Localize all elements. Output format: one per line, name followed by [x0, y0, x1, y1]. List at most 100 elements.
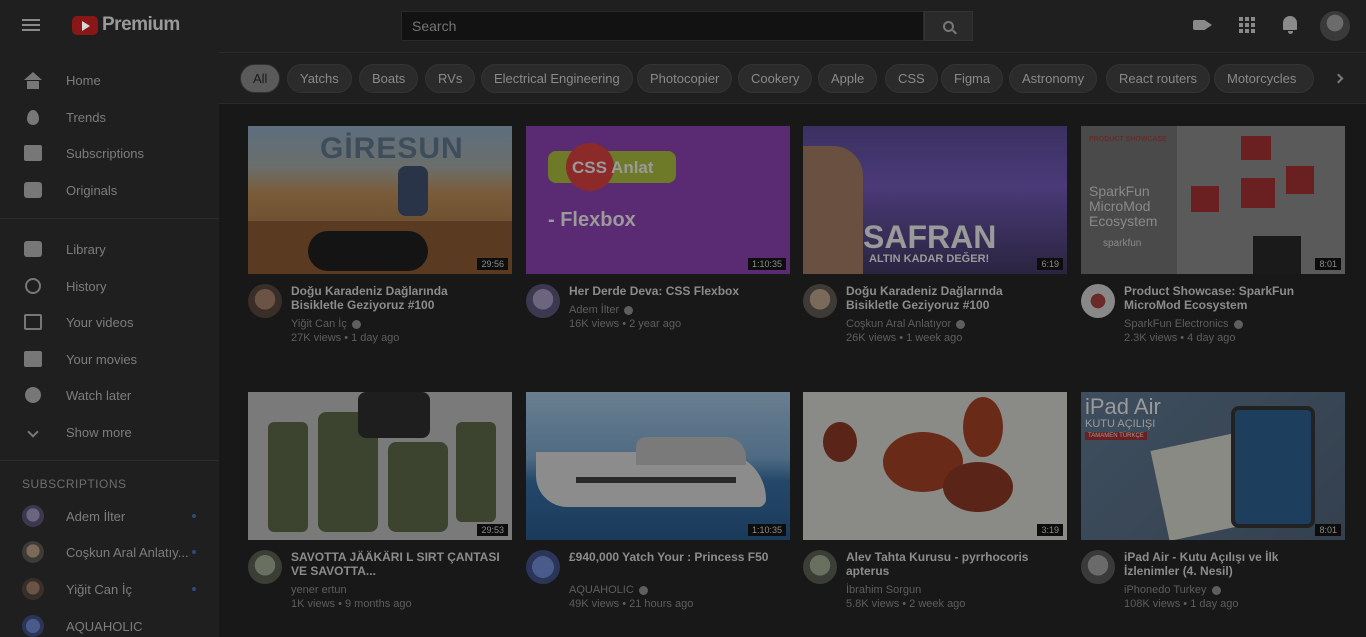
chip-react-routers[interactable]: React routers: [1106, 64, 1211, 93]
sidebar-item-originals[interactable]: Originals: [0, 172, 219, 208]
sidebar: Home Trends Subscriptions Originals Libr…: [0, 52, 219, 637]
sidebar-item-show-more[interactable]: Show more: [0, 414, 219, 450]
sidebar-item-subscriptions[interactable]: Subscriptions: [0, 135, 219, 171]
video-meta: 27K views • 1 day ago: [291, 332, 400, 344]
sidebar-item-label: Adem İlter: [66, 508, 126, 524]
chip-css[interactable]: CSS: [885, 64, 938, 93]
channel-avatar[interactable]: [526, 550, 560, 584]
search-input[interactable]: [401, 11, 924, 41]
bell-icon[interactable]: [1280, 14, 1302, 36]
channel-avatar[interactable]: [1081, 550, 1115, 584]
thumbnail-subtext: KUTU AÇILIŞI: [1085, 418, 1156, 430]
duration-badge: 8:01: [1315, 258, 1341, 270]
video-thumbnail[interactable]: 29:53: [248, 392, 512, 540]
video-title[interactable]: £940,000 Yatch Your : Princess F50: [569, 550, 779, 564]
chip-apple[interactable]: Apple: [818, 64, 878, 93]
chip-cookery[interactable]: Cookery: [738, 64, 813, 93]
channel-avatar[interactable]: [526, 284, 560, 318]
chip-motorcycles[interactable]: Motorcycles: [1214, 64, 1314, 93]
sidebar-item-subscription[interactable]: Adem İlter: [0, 498, 219, 534]
chevron-right-icon[interactable]: [1333, 73, 1344, 84]
chip-electrical-engineering[interactable]: Electrical Engineering: [481, 64, 633, 93]
video-thumbnail[interactable]: CSS Anlat - Flexbox 1:10:35: [526, 126, 790, 274]
hamburger-menu-icon[interactable]: [22, 16, 46, 36]
sidebar-item-subscription[interactable]: Coşkun Aral Anlatıy...: [0, 534, 219, 570]
your-videos-icon: [24, 314, 42, 330]
video-meta: 26K views • 1 week ago: [846, 332, 963, 344]
video-camera-icon[interactable]: [1192, 14, 1214, 36]
sidebar-item-label: Trends: [66, 109, 106, 125]
thumbnail-badge: CSS Anlat: [572, 158, 654, 177]
sidebar-item-trends[interactable]: Trends: [0, 99, 219, 135]
search-icon: [943, 20, 954, 32]
thumbnail-text: iPad Air: [1085, 394, 1161, 419]
channel-avatar[interactable]: [803, 284, 837, 318]
sidebar-item-history[interactable]: History: [0, 268, 219, 304]
chip-yatchs[interactable]: Yatchs: [287, 64, 352, 93]
video-thumbnail[interactable]: GİRESUN 29:56: [248, 126, 512, 274]
search-button[interactable]: [924, 11, 973, 41]
chevron-down-icon: [27, 426, 39, 438]
sidebar-item-home[interactable]: Home: [0, 62, 219, 98]
sidebar-item-your-movies[interactable]: Your movies: [0, 341, 219, 377]
channel-name[interactable]: Yiğit Can İç: [291, 318, 361, 330]
channel-avatar[interactable]: [803, 550, 837, 584]
channel-avatar[interactable]: [1081, 284, 1115, 318]
chip-figma[interactable]: Figma: [941, 64, 1004, 93]
clock-icon: [25, 387, 41, 403]
video-thumbnail[interactable]: 1:10:35: [526, 392, 790, 540]
video-title[interactable]: Her Derde Deva: CSS Flexbox: [569, 284, 779, 298]
account-avatar[interactable]: [1320, 11, 1350, 41]
channel-name[interactable]: Adem İlter: [569, 304, 634, 316]
video-title[interactable]: Doğu Karadeniz Dağlarında Bisikletle Gez…: [846, 284, 1056, 312]
subscriptions-icon: [24, 145, 42, 161]
video-title[interactable]: SAVOTTA JÄÄKÄRI L SIRT ÇANTASI VE SAVOTT…: [291, 550, 501, 578]
channel-name[interactable]: iPhonedo Turkey: [1124, 584, 1221, 596]
sidebar-item-library[interactable]: Library: [0, 231, 219, 267]
video-title[interactable]: iPad Air - Kutu Açılışı ve İlk İzlenimle…: [1124, 550, 1334, 578]
channel-avatar[interactable]: [248, 284, 282, 318]
filter-chips-bar: All Yatchs Boats RVs Electrical Engineer…: [219, 52, 1366, 104]
channel-name[interactable]: yener ertun: [291, 584, 347, 596]
chip-boats[interactable]: Boats: [359, 64, 419, 93]
video-meta: 49K views • 21 hours ago: [569, 598, 694, 610]
chip-rvs[interactable]: RVs: [425, 64, 476, 93]
duration-badge: 29:56: [477, 258, 508, 270]
video-thumbnail[interactable]: 3:19: [803, 392, 1067, 540]
video-title[interactable]: Doğu Karadeniz Dağlarında Bisikletle Gez…: [291, 284, 501, 312]
channel-name[interactable]: İbrahim Sorgun: [846, 584, 921, 596]
new-content-dot: [192, 550, 196, 554]
video-title[interactable]: Product Showcase: SparkFun MicroMod Ecos…: [1124, 284, 1334, 312]
channel-name[interactable]: Coşkun Aral Anlatıyor: [846, 318, 966, 330]
video-thumbnail[interactable]: PRODUCT SHOWCASE SparkFun MicroMod Ecosy…: [1081, 126, 1345, 274]
library-icon: [24, 241, 42, 257]
sidebar-item-watch-later[interactable]: Watch later: [0, 377, 219, 413]
sidebar-item-subscription[interactable]: Yiğit Can İç: [0, 571, 219, 607]
apps-grid-icon[interactable]: [1236, 14, 1258, 36]
verified-icon: [638, 585, 648, 595]
chip-astronomy[interactable]: Astronomy: [1009, 64, 1098, 93]
channel-name[interactable]: SparkFun Electronics: [1124, 318, 1243, 330]
new-content-dot: [192, 514, 196, 518]
video-thumbnail[interactable]: iPad Air KUTU AÇILIŞI TAMAMEN TÜRKÇE 8:0…: [1081, 392, 1345, 540]
sidebar-item-label: Watch later: [66, 387, 132, 403]
sidebar-item-label: Home: [66, 72, 101, 88]
youtube-premium-logo[interactable]: Premium: [72, 14, 180, 36]
video-thumbnail[interactable]: SAFRAN ALTIN KADAR DEĞER! 6:19: [803, 126, 1067, 274]
video-meta: 16K views • 2 year ago: [569, 318, 682, 330]
channel-name[interactable]: AQUAHOLIC: [569, 584, 648, 596]
top-bar: Premium: [0, 0, 1366, 52]
chip-photocopier[interactable]: Photocopier: [637, 64, 733, 93]
video-meta: 108K views • 1 day ago: [1124, 598, 1239, 610]
sidebar-item-subscription[interactable]: AQUAHOLIC: [0, 608, 219, 637]
duration-badge: 29:53: [477, 524, 508, 536]
flame-icon: [27, 109, 39, 125]
chip-all[interactable]: All: [240, 64, 281, 93]
channel-avatar[interactable]: [248, 550, 282, 584]
verified-icon: [1233, 319, 1243, 329]
sidebar-item-your-videos[interactable]: Your videos: [0, 304, 219, 340]
sidebar-item-label: History: [66, 278, 107, 294]
sidebar-item-label: Coşkun Aral Anlatıy...: [66, 544, 189, 560]
verified-icon: [1211, 585, 1221, 595]
video-title[interactable]: Alev Tahta Kurusu - pyrrhocoris apterus: [846, 550, 1056, 578]
